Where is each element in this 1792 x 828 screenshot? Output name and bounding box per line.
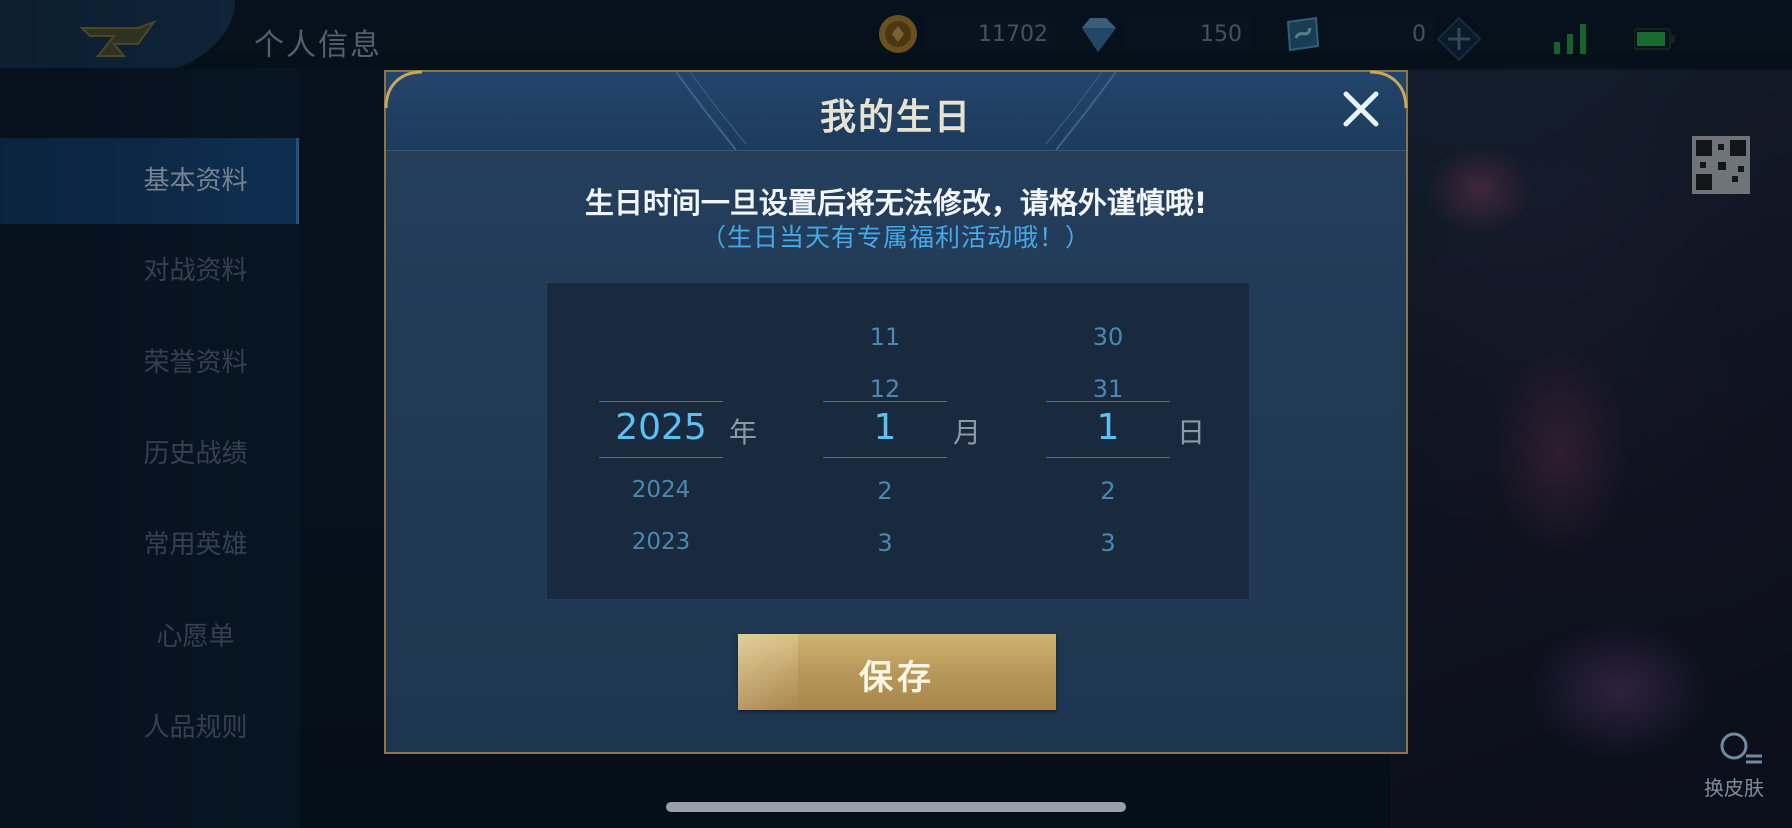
dialog-header: 我的生日 (386, 72, 1406, 151)
day-wheel[interactable]: 30 31 1 2 3 (1046, 283, 1170, 599)
day-bottom-line (1046, 457, 1170, 458)
month-option[interactable]: 2 (823, 477, 947, 505)
day-option[interactable]: 3 (1046, 529, 1170, 557)
year-selected[interactable]: 2025 (599, 407, 723, 448)
day-unit: 日 (1177, 416, 1206, 449)
dialog-title: 我的生日 (819, 97, 972, 138)
year-top-line (599, 401, 723, 402)
warning-text: 生日时间一旦设置后将无法修改，请格外谨慎哦! (584, 186, 1208, 220)
month-wheel[interactable]: 11 12 1 2 3 (823, 283, 947, 599)
day-top-line (1046, 401, 1170, 402)
benefit-note: （生日当天有专属福利活动哦！） (700, 223, 1091, 252)
year-option[interactable]: 2023 (599, 529, 723, 555)
month-option[interactable]: 11 (823, 323, 947, 351)
year-unit: 年 (729, 416, 758, 449)
year-wheel[interactable]: 2025 2024 2023 (599, 283, 723, 599)
save-button[interactable]: 保存 (738, 634, 1056, 710)
save-button-label: 保存 (859, 658, 935, 698)
month-bottom-line (823, 457, 947, 458)
corner-ornament-right (1369, 70, 1408, 109)
month-option[interactable]: 3 (823, 529, 947, 557)
home-indicator[interactable] (666, 802, 1126, 812)
month-option[interactable]: 12 (823, 375, 947, 403)
month-unit: 月 (953, 416, 982, 449)
month-top-line (823, 401, 947, 402)
day-option[interactable]: 2 (1046, 477, 1170, 505)
year-option[interactable]: 2024 (599, 477, 723, 503)
year-bottom-line (599, 457, 723, 458)
change-skin-label[interactable]: 换皮肤 (1704, 772, 1764, 801)
day-option[interactable]: 31 (1046, 375, 1170, 403)
date-picker: 2025 2024 2023 年 11 12 1 2 3 月 30 31 1 2… (546, 282, 1250, 600)
day-option[interactable]: 30 (1046, 323, 1170, 351)
birthday-dialog: 我的生日 生日时间一旦设置后将无法修改，请格外谨慎哦! （生日当天有专属福利活动… (384, 70, 1408, 754)
day-selected[interactable]: 1 (1046, 407, 1170, 448)
month-selected[interactable]: 1 (823, 407, 947, 448)
corner-ornament-left (384, 70, 423, 109)
